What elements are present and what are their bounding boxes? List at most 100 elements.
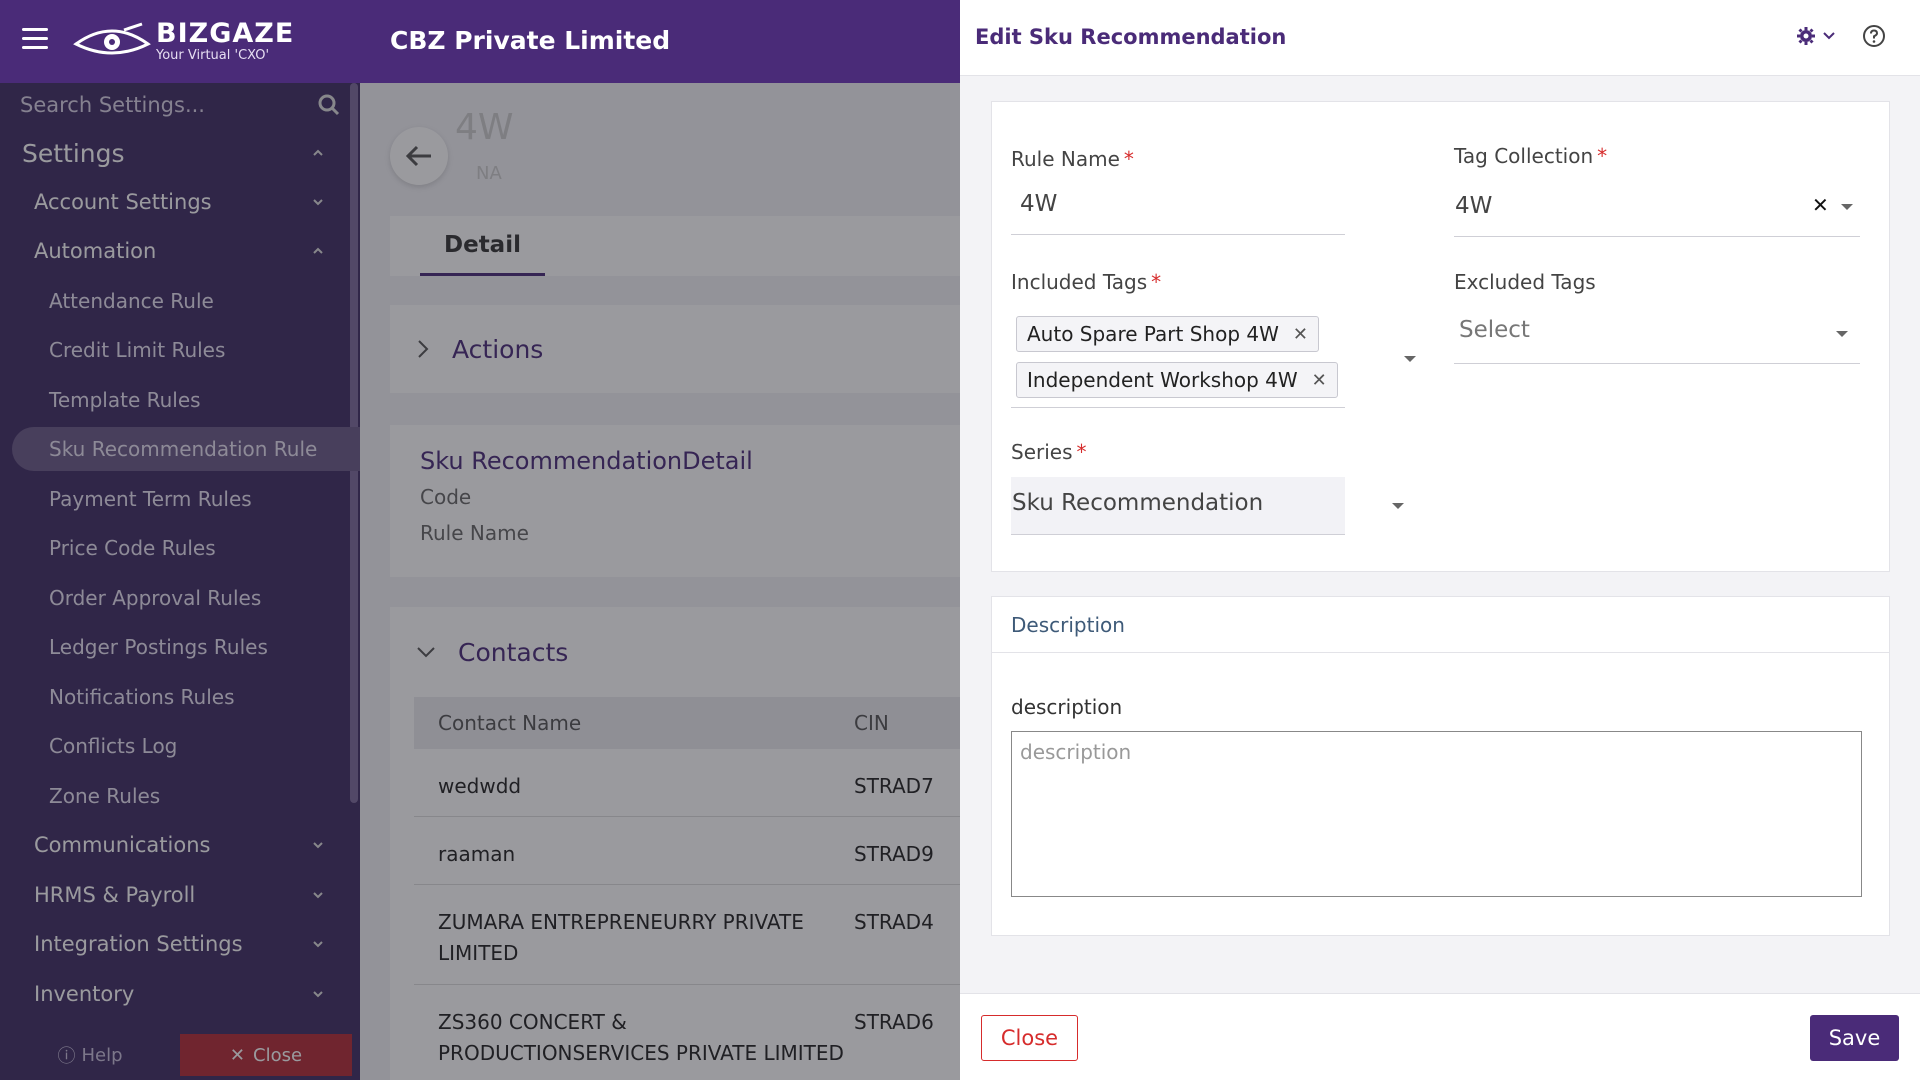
- close-button[interactable]: Close: [981, 1015, 1078, 1061]
- tab-detail[interactable]: Detail: [420, 216, 545, 276]
- tag-chip-label: Independent Workshop 4W: [1027, 368, 1298, 392]
- sidebar-group-settings[interactable]: Settings: [0, 131, 350, 175]
- settings-search: [0, 83, 360, 127]
- table-row[interactable]: ZUMARA ENTREPRENEURRY PRIVATE LIMITED ST…: [414, 885, 960, 985]
- chevron-down-icon: [417, 647, 435, 658]
- contact-name-cell: raaman: [438, 842, 516, 866]
- sidebar-item-label: Sku Recommendation Rule: [49, 437, 318, 461]
- hamburger-menu-icon[interactable]: [22, 28, 48, 52]
- actions-section[interactable]: Actions: [390, 305, 960, 393]
- sidebar-item-sku-recommendation-rule[interactable]: Sku Recommendation Rule: [12, 427, 362, 471]
- description-textarea[interactable]: [1011, 731, 1862, 897]
- sidebar-item-label: Payment Term Rules: [49, 487, 252, 511]
- sidebar-group-label: Settings: [22, 138, 125, 168]
- excluded-tags-label: Excluded Tags: [1454, 270, 1596, 294]
- required-mark: *: [1123, 147, 1134, 171]
- included-tags-select[interactable]: Auto Spare Part Shop 4W ✕ Independent Wor…: [1011, 308, 1416, 408]
- chevron-down-icon: [313, 892, 323, 899]
- bizgaze-logo: BIZGAZE Your Virtual 'CXO': [72, 14, 294, 70]
- included-tags-label-text: Included Tags: [1011, 270, 1148, 294]
- company-name: CBZ Private Limited: [390, 26, 671, 55]
- search-input[interactable]: [20, 93, 280, 117]
- sidebar-item-label: Order Approval Rules: [49, 586, 262, 610]
- sidebar-item-ledger-postings-rules[interactable]: Ledger Postings Rules: [0, 625, 350, 669]
- sidebar-item-integration-settings[interactable]: Integration Settings: [0, 922, 350, 966]
- drawer-header: Edit Sku Recommendation: [960, 0, 1920, 76]
- sidebar-item-label: Ledger Postings Rules: [49, 635, 268, 659]
- dropdown-caret-icon[interactable]: [1404, 356, 1416, 362]
- table-row[interactable]: ZS360 CONCERT & PRODUCTIONSERVICES PRIVA…: [414, 985, 960, 1080]
- sidebar-help-label: Help: [81, 1044, 123, 1066]
- table-row[interactable]: wedwdd STRAD7: [414, 749, 960, 817]
- contacts-section: Contacts Contact Name CIN wedwdd STRAD7 …: [390, 607, 960, 1080]
- contacts-table: Contact Name CIN wedwdd STRAD7 raaman ST…: [414, 697, 960, 1080]
- contacts-header[interactable]: Contacts: [390, 607, 960, 697]
- chevron-down-icon: [313, 991, 323, 998]
- column-header-contact-name[interactable]: Contact Name: [414, 708, 854, 739]
- sidebar-item-order-approval-rules[interactable]: Order Approval Rules: [0, 576, 350, 620]
- sidebar-item-communications[interactable]: Communications: [0, 823, 350, 867]
- rule-name-field[interactable]: 4W: [1011, 177, 1345, 235]
- rule-name-value: 4W: [1020, 191, 1058, 217]
- dropdown-caret-icon[interactable]: [1392, 503, 1404, 509]
- sidebar-item-account-settings[interactable]: Account Settings: [0, 180, 350, 224]
- clear-x-icon[interactable]: ✕: [1812, 193, 1829, 217]
- sidebar-item-payment-term-rules[interactable]: Payment Term Rules: [0, 477, 350, 521]
- rule-name-label-text: Rule Name: [1011, 147, 1120, 171]
- actions-label: Actions: [452, 334, 544, 364]
- column-header-cin[interactable]: CIN: [854, 708, 960, 739]
- logo-name: BIZGAZE: [156, 18, 295, 49]
- sidebar-item-inventory[interactable]: Inventory: [0, 972, 350, 1016]
- sidebar-item-price-code-rules[interactable]: Price Code Rules: [0, 526, 350, 570]
- tag-chip: Independent Workshop 4W ✕: [1016, 362, 1338, 398]
- save-button[interactable]: Save: [1810, 1015, 1899, 1061]
- sidebar-footer: ⓘ Help ✕ Close: [0, 1030, 360, 1080]
- excluded-tags-select[interactable]: Select: [1454, 302, 1860, 364]
- cin-cell: STRAD6: [854, 1010, 934, 1034]
- table-row[interactable]: raaman STRAD9: [414, 817, 960, 885]
- detail-field-rule-name: Rule Name: [420, 521, 529, 545]
- help-button[interactable]: [1862, 24, 1886, 52]
- contact-name-cell: ZUMARA ENTREPRENEURRY PRIVATE LIMITED: [438, 910, 804, 965]
- sidebar-item-label: Communications: [34, 833, 211, 857]
- record-tabs: Detail: [390, 216, 960, 276]
- sidebar-item-label: HRMS & Payroll: [34, 883, 196, 907]
- series-label: Series *: [1011, 440, 1087, 464]
- sidebar-help-button[interactable]: ⓘ Help: [0, 1030, 180, 1080]
- series-select[interactable]: Sku Recommendation: [1011, 477, 1404, 535]
- sidebar-item-label: Integration Settings: [34, 932, 243, 956]
- back-button[interactable]: [390, 127, 448, 185]
- remove-tag-icon[interactable]: ✕: [1293, 324, 1308, 345]
- logo-eye-icon: [73, 22, 151, 55]
- sidebar-item-notifications-rules[interactable]: Notifications Rules: [0, 675, 350, 719]
- sidebar-item-conflicts-log[interactable]: Conflicts Log: [0, 724, 350, 768]
- gear-icon: [1797, 27, 1815, 45]
- search-icon[interactable]: [318, 94, 340, 116]
- settings-sidebar: Settings Account Settings Automation Att…: [0, 83, 362, 1080]
- dropdown-caret-icon[interactable]: [1836, 331, 1848, 337]
- cin-cell: STRAD9: [854, 842, 934, 866]
- sidebar-item-template-rules[interactable]: Template Rules: [0, 378, 350, 422]
- tag-collection-label: Tag Collection *: [1454, 144, 1607, 168]
- tag-chip: Auto Spare Part Shop 4W ✕: [1016, 316, 1319, 352]
- tag-collection-select[interactable]: 4W ✕: [1454, 177, 1860, 237]
- settings-menu-button[interactable]: [1796, 26, 1836, 46]
- sidebar-close-label: Close: [253, 1044, 303, 1066]
- chevron-up-icon: [313, 247, 323, 254]
- sidebar-item-automation[interactable]: Automation: [0, 229, 350, 273]
- required-mark: *: [1597, 144, 1608, 168]
- cin-cell: STRAD4: [854, 910, 934, 934]
- dropdown-caret-icon[interactable]: [1841, 204, 1853, 210]
- close-x-icon: ✕: [229, 1044, 246, 1066]
- remove-tag-icon[interactable]: ✕: [1312, 370, 1327, 391]
- sidebar-item-label: Inventory: [34, 982, 135, 1006]
- description-section-title: Description: [992, 597, 1889, 653]
- record-subtitle: NA: [476, 163, 502, 184]
- sidebar-close-button[interactable]: ✕ Close: [180, 1034, 352, 1076]
- sidebar-item-hrms-payroll[interactable]: HRMS & Payroll: [0, 873, 350, 917]
- sidebar-item-label: Notifications Rules: [49, 685, 235, 709]
- sidebar-item-attendance-rule[interactable]: Attendance Rule: [0, 279, 350, 323]
- sidebar-item-zone-rules[interactable]: Zone Rules: [0, 774, 350, 818]
- sidebar-item-credit-limit-rules[interactable]: Credit Limit Rules: [0, 328, 350, 372]
- chevron-down-icon: [313, 842, 323, 849]
